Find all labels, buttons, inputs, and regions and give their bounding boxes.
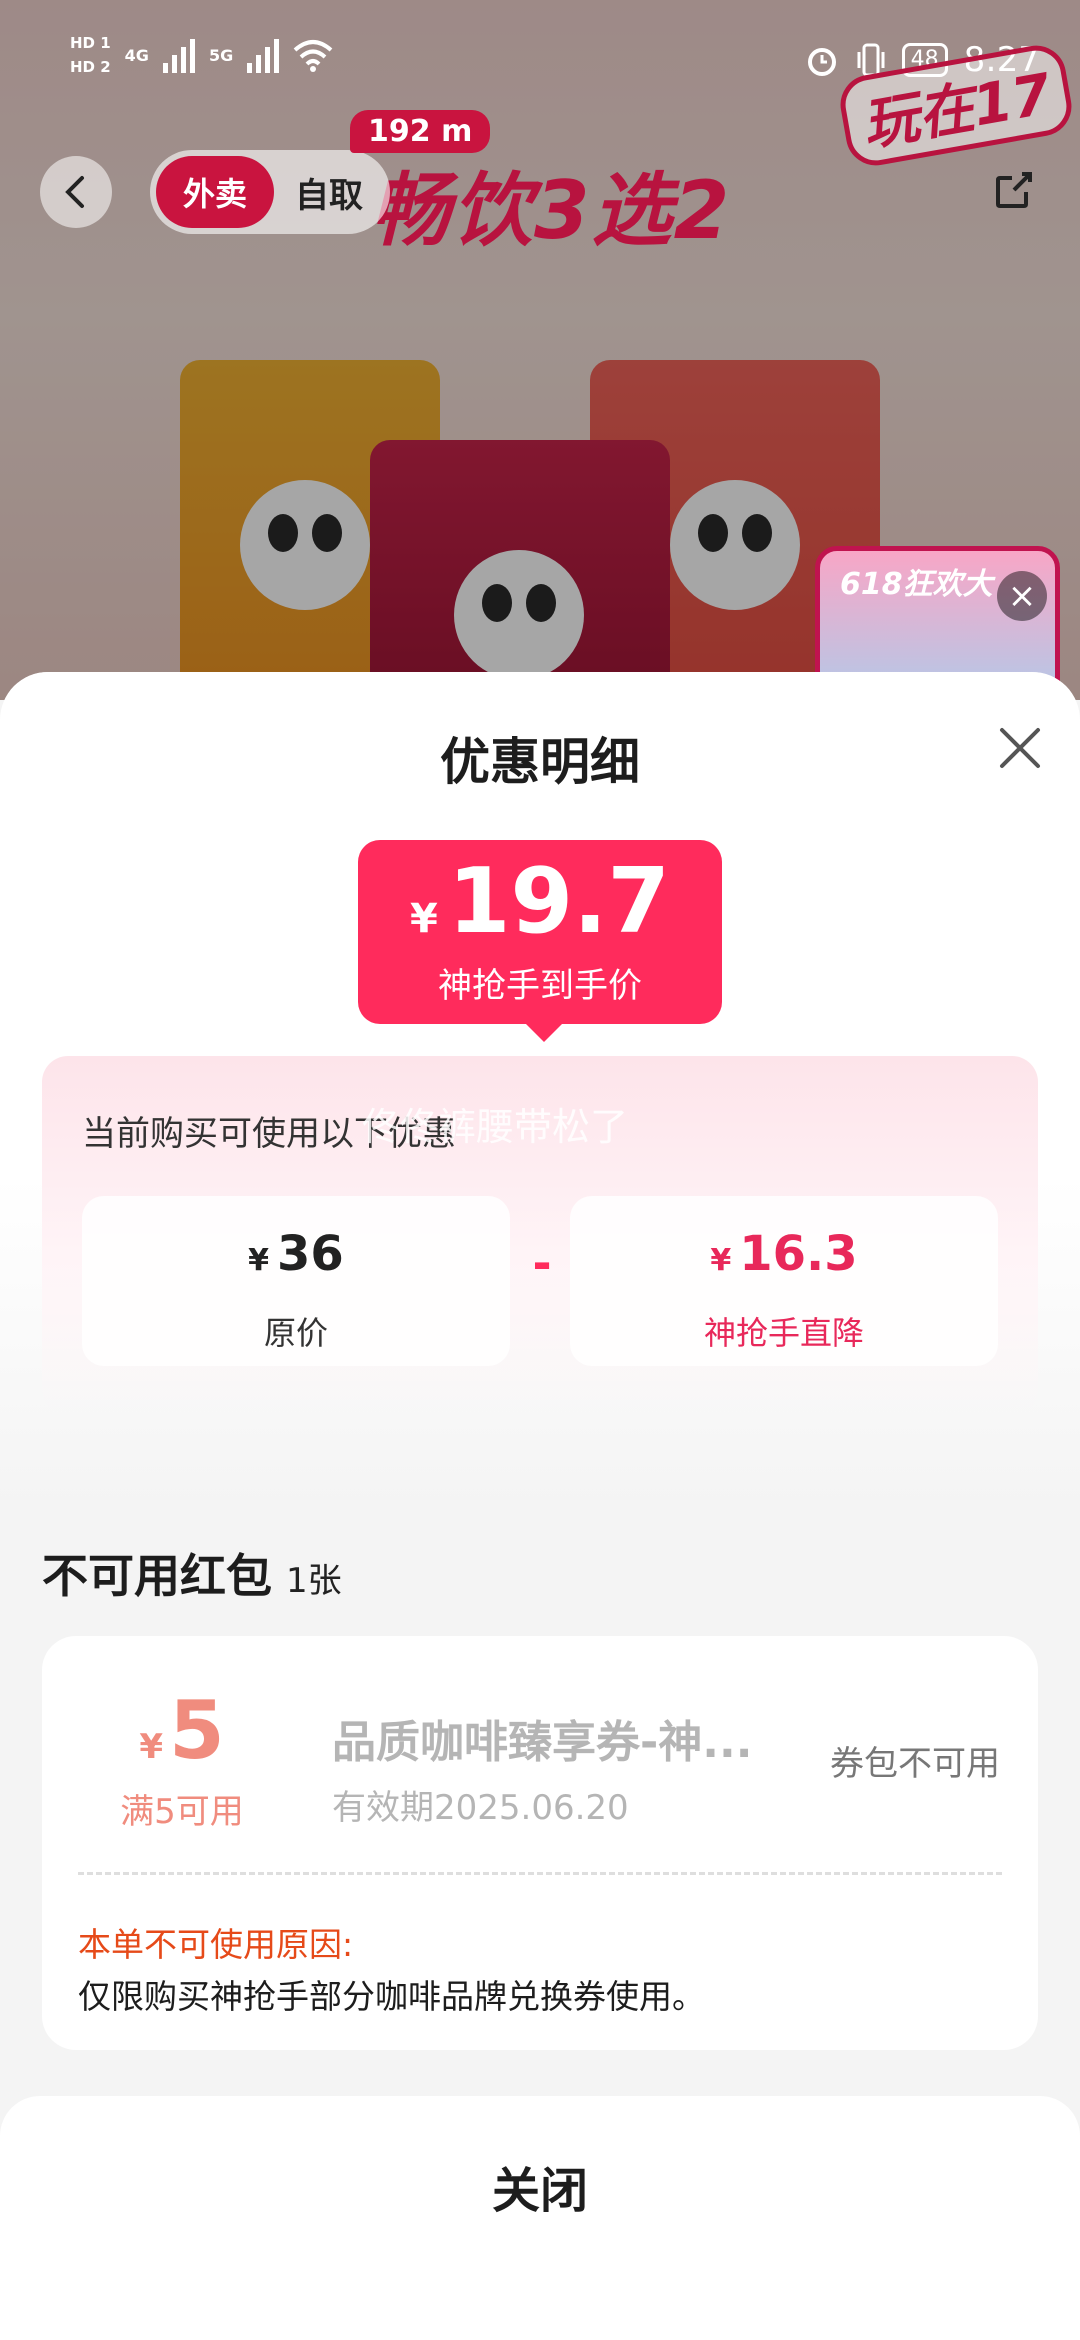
signal-icon bbox=[247, 37, 280, 73]
unavailable-section-title: 不可用红包 1张 bbox=[42, 1540, 342, 1606]
back-button[interactable] bbox=[40, 156, 112, 228]
distance-badge: 192 m bbox=[350, 110, 491, 153]
final-price-amount: 19.7 bbox=[447, 849, 670, 954]
promo-618-label: 618狂欢大 bbox=[840, 567, 993, 602]
reduction-amount: 16.3 bbox=[739, 1226, 858, 1282]
unavailable-count: 1张 bbox=[286, 1561, 342, 1601]
final-price-label: 神抢手到手价 bbox=[438, 966, 642, 1006]
network-2-label: 5G bbox=[208, 45, 234, 65]
alarm-icon bbox=[807, 48, 836, 76]
discount-breakdown: 当前购买可使用以下优惠 佟佟裤腰带松了 ¥ 36 原价 - ¥ 16.3 神抢手… bbox=[42, 1056, 1038, 1416]
tab-pickup[interactable]: 自取 bbox=[274, 168, 384, 217]
promo-close-button[interactable]: × bbox=[997, 571, 1047, 621]
coupon-name: 品质咖啡臻享券-神... bbox=[332, 1717, 753, 1768]
discount-detail-sheet: 优惠明细 ¥ 19.7 神抢手到手价 当前购买可使用以下优惠 佟佟裤腰带松了 ¥… bbox=[0, 672, 1080, 2340]
coupon-amount: ¥ 5 bbox=[102, 1686, 262, 1776]
close-icon: × bbox=[1007, 576, 1037, 616]
coupon-condition: 满5可用 bbox=[120, 1792, 244, 1832]
tab-delivery[interactable]: 外卖 bbox=[156, 156, 274, 228]
coupon-status: 券包不可用 bbox=[830, 1744, 1000, 1784]
coupon-value: 5 bbox=[169, 1684, 225, 1777]
coupon-reason-title: 本单不可使用原因: bbox=[78, 1925, 354, 1964]
final-price-currency: ¥ bbox=[410, 896, 438, 942]
delivery-mode-switch: 外卖 自取 bbox=[150, 150, 390, 234]
share-icon bbox=[996, 172, 1032, 208]
network-1-label: 4G bbox=[124, 45, 149, 65]
unavailable-title-text: 不可用红包 bbox=[42, 1549, 272, 1603]
close-button[interactable]: 关闭 bbox=[0, 2096, 1080, 2276]
original-price-currency: ¥ bbox=[248, 1243, 270, 1278]
original-price-label: 原价 bbox=[263, 1314, 328, 1352]
signal-icon bbox=[162, 37, 195, 73]
coupon-currency: ¥ bbox=[139, 1727, 163, 1767]
coupon-expiry: 有效期2025.06.20 bbox=[332, 1788, 629, 1828]
original-price-card: ¥ 36 原价 bbox=[82, 1196, 510, 1366]
wifi-icon bbox=[293, 40, 333, 72]
sim1-label: HD 1 bbox=[70, 34, 111, 52]
chevron-left-icon bbox=[65, 176, 84, 208]
sim2-label: HD 2 bbox=[70, 58, 111, 76]
final-price-badge: ¥ 19.7 神抢手到手价 bbox=[358, 840, 722, 1042]
coupon-divider bbox=[78, 1872, 1002, 1875]
reduction-label: 神抢手直降 bbox=[703, 1314, 864, 1352]
banner-title: 畅饮3选2 bbox=[370, 164, 732, 257]
close-icon bbox=[1000, 728, 1040, 768]
reduction-currency: ¥ bbox=[710, 1243, 732, 1278]
coupon-card: ¥ 5 满5可用 品质咖啡臻享券-神... 有效期2025.06.20 券包不可… bbox=[42, 1636, 1038, 2050]
coupon-reason-text: 仅限购买神抢手部分咖啡品牌兑换券使用。 bbox=[78, 1977, 705, 2016]
sheet-footer: 关闭 bbox=[0, 2096, 1080, 2340]
sheet-close-button[interactable] bbox=[988, 716, 1052, 780]
original-price-amount: 36 bbox=[277, 1226, 344, 1282]
share-button[interactable] bbox=[984, 160, 1044, 220]
reduction-card: ¥ 16.3 神抢手直降 bbox=[570, 1196, 998, 1366]
sheet-title: 优惠明细 bbox=[440, 733, 640, 791]
watermark-text: 佟佟裤腰带松了 bbox=[362, 1105, 629, 1149]
minus-operator: - bbox=[532, 1236, 552, 1290]
